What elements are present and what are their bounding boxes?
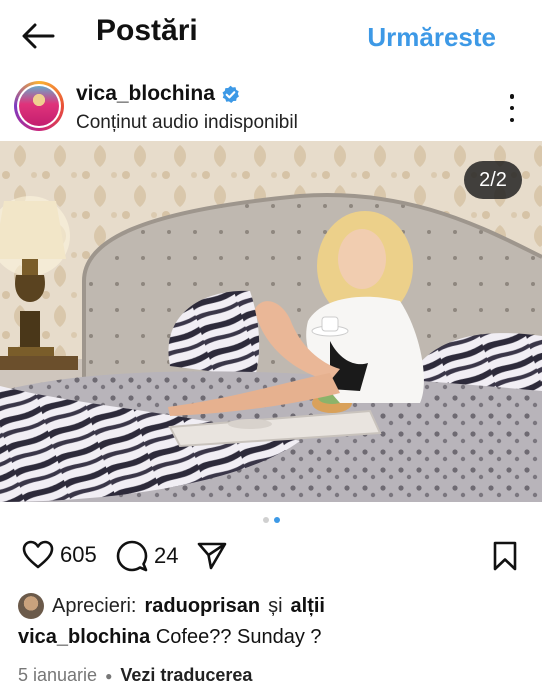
comment-count[interactable]: 24 <box>154 543 178 569</box>
post-header: vica_blochina Conținut audio indisponibi… <box>0 76 542 140</box>
back-button[interactable] <box>18 18 58 54</box>
top-bar: Postări Urmăreste <box>0 0 542 76</box>
like-button[interactable]: 605 <box>22 540 97 570</box>
verified-badge-icon <box>222 85 239 103</box>
carousel-dot-1 <box>262 517 269 523</box>
carousel-indicator <box>0 517 542 527</box>
post-username[interactable]: vica_blochina <box>76 82 240 106</box>
likes-conjunction: și <box>268 594 283 617</box>
follow-button[interactable]: Urmăreste <box>367 22 496 53</box>
likes-summary[interactable]: Aprecieri: raduoprisan și alții <box>18 592 325 620</box>
page-title: Postări <box>96 14 198 47</box>
bookmark-icon <box>493 541 517 571</box>
post-date: 5 ianuarie <box>18 665 98 685</box>
heart-icon <box>22 540 54 569</box>
save-button[interactable] <box>492 540 518 572</box>
likes-prefix: Aprecieri: <box>52 594 137 617</box>
avatar[interactable] <box>14 81 64 131</box>
share-button[interactable] <box>196 540 228 572</box>
post-image[interactable]: 2/2 <box>0 141 542 502</box>
paper-plane-icon <box>197 542 227 570</box>
action-bar: 605 24 <box>0 540 542 584</box>
more-vertical-icon <box>509 94 515 99</box>
carousel-counter: 2/2 <box>464 161 522 199</box>
comment-bubble-icon <box>116 540 148 572</box>
separator-dot: ● <box>105 668 113 683</box>
liker-avatar <box>18 593 44 619</box>
username-text[interactable]: vica_blochina <box>76 82 215 106</box>
likes-others[interactable]: alții <box>291 595 325 618</box>
like-count[interactable]: 605 <box>60 542 97 568</box>
caption-text: Cofee?? Sunday ? <box>155 626 322 648</box>
arrow-left-icon <box>22 23 55 49</box>
carousel-dot-2 <box>273 517 280 523</box>
bedroom-photo <box>0 141 542 502</box>
post-caption: vica_blochina Cofee?? Sunday ? <box>18 626 322 649</box>
post-meta: 5 ianuarie ● Vezi traducerea <box>18 665 252 686</box>
more-options-button[interactable] <box>502 94 522 122</box>
liker-username[interactable]: raduoprisan <box>144 595 260 618</box>
see-translation-link[interactable]: Vezi traducerea <box>120 665 252 686</box>
comment-button[interactable]: 24 <box>116 540 178 572</box>
caption-username[interactable]: vica_blochina <box>18 626 150 648</box>
audio-unavailable-text[interactable]: Conținut audio indisponibil <box>76 112 298 134</box>
